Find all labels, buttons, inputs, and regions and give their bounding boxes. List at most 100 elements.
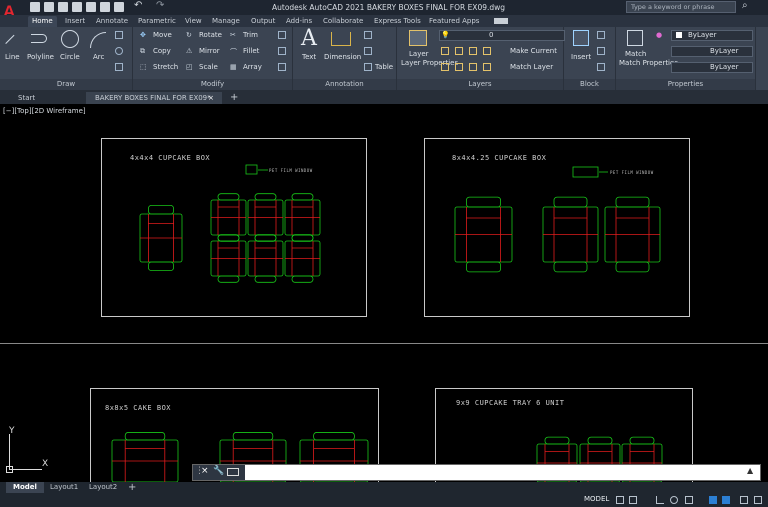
tab-layout2[interactable]: Layout2: [89, 482, 117, 493]
tab-collaborate[interactable]: Collaborate: [323, 16, 363, 27]
draw-panel-title[interactable]: Draw: [0, 79, 132, 90]
scale-button[interactable]: Scale: [199, 63, 218, 71]
polar-icon[interactable]: [670, 496, 678, 504]
dimension-button[interactable]: Dimension: [324, 53, 361, 61]
copy-button[interactable]: Copy: [153, 47, 171, 55]
rotate-button[interactable]: Rotate: [199, 31, 222, 39]
layer-lock-icon[interactable]: [483, 47, 491, 55]
object-snap-tracking-icon[interactable]: [709, 496, 717, 504]
explode-icon[interactable]: [278, 47, 286, 55]
stretch-button[interactable]: Stretch: [153, 63, 178, 71]
snap-icon[interactable]: [629, 496, 637, 504]
open-icon[interactable]: [44, 2, 54, 12]
save-as-icon[interactable]: [72, 2, 82, 12]
arc-button[interactable]: Arc: [93, 53, 104, 61]
layer-isolate-icon[interactable]: [455, 47, 463, 55]
new-tab-icon[interactable]: +: [230, 92, 238, 104]
customization-icon[interactable]: [754, 496, 762, 504]
trim-button[interactable]: Trim: [243, 31, 258, 39]
array-button[interactable]: Array: [243, 63, 262, 71]
make-current-button[interactable]: Make Current: [510, 47, 557, 55]
leader-icon[interactable]: [364, 31, 372, 39]
insert-icon[interactable]: [573, 30, 589, 46]
lineweight-toggle-icon[interactable]: [722, 496, 730, 504]
tab-home[interactable]: Home: [28, 16, 57, 27]
mirror-button[interactable]: Mirror: [199, 47, 220, 55]
model-space-button[interactable]: MODEL: [584, 495, 609, 503]
layer-thaw-icon[interactable]: [469, 63, 477, 71]
erase-icon[interactable]: [278, 31, 286, 39]
annotation-panel-title[interactable]: Annotation: [293, 79, 396, 90]
dim-style-icon[interactable]: [364, 47, 372, 55]
attribute-icon[interactable]: [597, 63, 605, 71]
save-icon[interactable]: [58, 2, 68, 12]
fillet-button[interactable]: Fillet: [243, 47, 259, 55]
start-tab[interactable]: Start: [18, 92, 35, 104]
modify-panel-title[interactable]: Modify: [133, 79, 292, 90]
tab-insert[interactable]: Insert: [65, 16, 85, 27]
ribbon-toggle-icon[interactable]: [494, 18, 508, 24]
new-icon[interactable]: [30, 2, 40, 12]
text-button[interactable]: Text: [302, 53, 316, 61]
osnap-icon[interactable]: [685, 496, 693, 504]
create-block-icon[interactable]: [597, 31, 605, 39]
close-tab-icon[interactable]: ×: [208, 92, 214, 104]
move-button[interactable]: Move: [153, 31, 172, 39]
recent-commands-icon[interactable]: [227, 468, 239, 476]
layer-dropdown[interactable]: [439, 30, 565, 41]
tab-view[interactable]: View: [185, 16, 202, 27]
block-panel-title[interactable]: Block: [564, 79, 615, 90]
tab-layout1[interactable]: Layout1: [50, 482, 78, 493]
insert-button[interactable]: Insert: [571, 53, 591, 61]
layer-properties-icon[interactable]: [409, 30, 427, 46]
properties-panel-title[interactable]: Properties: [616, 79, 755, 90]
layer-properties-button[interactable]: Layer: [409, 50, 429, 58]
tab-manage[interactable]: Manage: [212, 16, 240, 27]
layers-panel-title[interactable]: Layers: [397, 79, 563, 90]
arc-icon[interactable]: [90, 32, 106, 48]
layer-off-icon[interactable]: [441, 47, 449, 55]
table-button[interactable]: Table: [375, 63, 393, 71]
close-command-icon[interactable]: ×: [201, 466, 209, 476]
tab-express-tools[interactable]: Express Tools: [374, 16, 421, 27]
active-document-tab[interactable]: BAKERY BOXES FINAL FOR EX09*: [86, 92, 222, 104]
annotation-scale-icon[interactable]: [740, 496, 748, 504]
undo-icon[interactable]: ↶: [134, 1, 148, 12]
print-icon[interactable]: [114, 2, 124, 12]
ortho-icon[interactable]: [656, 496, 664, 504]
circle-icon[interactable]: [61, 30, 79, 48]
groups-panel-stub[interactable]: [756, 27, 768, 90]
line-button[interactable]: Line: [5, 53, 20, 61]
offset-icon[interactable]: [278, 63, 286, 71]
hatch-icon[interactable]: [115, 47, 123, 55]
grid-icon[interactable]: [616, 496, 624, 504]
command-line[interactable]: ⋮ × 🔧 ▲: [192, 464, 761, 481]
dimension-icon[interactable]: [331, 32, 351, 46]
circle-button[interactable]: Circle: [60, 53, 80, 61]
redo-icon[interactable]: ↷: [156, 1, 170, 12]
polyline-icon[interactable]: [31, 34, 47, 43]
tab-output[interactable]: Output: [251, 16, 275, 27]
layer-unlock-icon[interactable]: [483, 63, 491, 71]
new-layout-icon[interactable]: +: [128, 482, 136, 493]
match-layer-button[interactable]: Match Layer: [510, 63, 553, 71]
tab-featured-apps[interactable]: Featured Apps: [429, 16, 479, 27]
customize-icon[interactable]: 🔧: [213, 466, 224, 476]
tab-model[interactable]: Model: [6, 482, 44, 493]
edit-block-icon[interactable]: [597, 47, 605, 55]
match-properties-button[interactable]: Match: [625, 50, 646, 58]
plot-icon[interactable]: [100, 2, 110, 12]
drawing-canvas[interactable]: [−][Top][2D Wireframe] 4x4x4 CUPCAKE BOX…: [0, 104, 768, 482]
text-icon[interactable]: A: [301, 26, 317, 51]
layer-on-icon[interactable]: [441, 63, 449, 71]
table-icon[interactable]: [364, 63, 372, 71]
table-draw-icon[interactable]: [115, 63, 123, 71]
layer-freeze-icon[interactable]: [469, 47, 477, 55]
tab-parametric[interactable]: Parametric: [138, 16, 176, 27]
tab-annotate[interactable]: Annotate: [96, 16, 128, 27]
match-properties-icon[interactable]: [627, 30, 643, 46]
polyline-button[interactable]: Polyline: [27, 53, 54, 61]
search-input[interactable]: Type a keyword or phrase: [626, 1, 736, 13]
web-open-icon[interactable]: [86, 2, 96, 12]
layer-unisolate-icon[interactable]: [455, 63, 463, 71]
